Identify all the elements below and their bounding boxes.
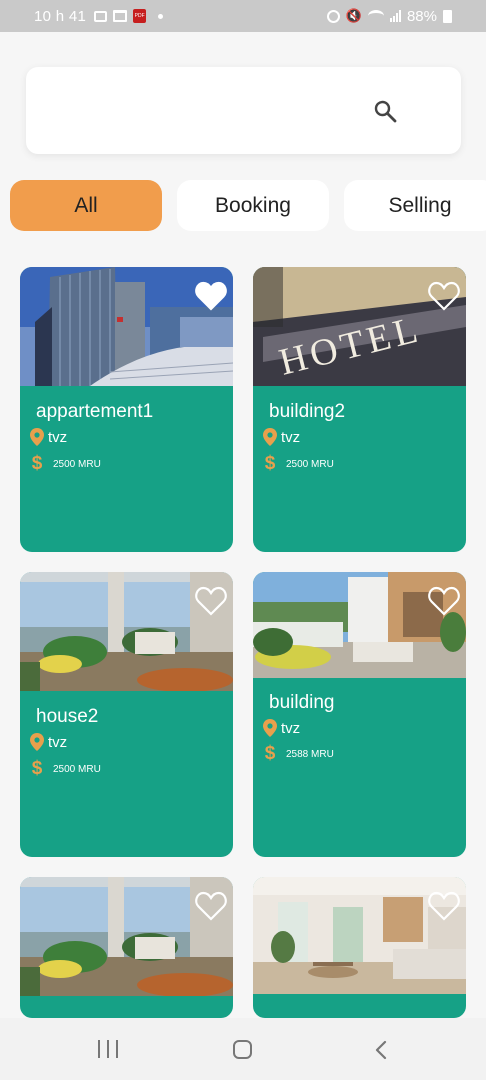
price-text: 2500 MRU xyxy=(53,763,101,775)
tab-booking[interactable]: Booking xyxy=(177,180,329,231)
location-pin-icon xyxy=(30,733,44,751)
favorite-heart-icon[interactable] xyxy=(195,281,227,311)
dollar-icon: $ xyxy=(31,758,43,779)
listing-location: tvz xyxy=(263,428,300,446)
wifi-icon xyxy=(367,10,384,22)
listing-price: $ 2500 MRU xyxy=(30,453,101,475)
listing-title: building xyxy=(269,692,335,713)
dollar-icon: $ xyxy=(264,743,276,764)
pdf-icon: PDF xyxy=(133,9,147,23)
location-pin-icon xyxy=(263,719,277,737)
location-text: tvz xyxy=(48,428,68,446)
status-right: 🔇 88% xyxy=(326,7,452,25)
favorite-heart-icon[interactable] xyxy=(195,891,227,921)
listing-location: tvz xyxy=(30,733,67,751)
listing-title: house2 xyxy=(36,706,99,727)
tab-all-label: All xyxy=(74,193,98,217)
category-tabs: All Booking Selling xyxy=(10,180,486,231)
mute-icon: 🔇 xyxy=(345,8,362,23)
location-text: tvz xyxy=(281,428,301,446)
status-time: 10 h 41 xyxy=(34,7,87,25)
favorite-heart-icon[interactable] xyxy=(195,586,227,616)
price-text: 2500 MRU xyxy=(286,458,334,470)
location-pin-icon xyxy=(30,428,44,446)
listing-card[interactable]: HOTEL building2 tvz $ 2500 MRU xyxy=(253,267,466,552)
home-icon[interactable] xyxy=(233,1040,252,1059)
tab-selling[interactable]: Selling xyxy=(344,180,486,231)
price-text: 2588 MRU xyxy=(286,748,334,760)
dollar-icon: $ xyxy=(31,453,43,474)
battery-percent: 88% xyxy=(406,7,437,25)
listing-price: $ 2588 MRU xyxy=(263,743,334,765)
location-text: tvz xyxy=(48,733,68,751)
gallery-icon xyxy=(94,10,108,22)
listing-card[interactable] xyxy=(20,877,233,1018)
listing-card[interactable]: house2 tvz $ 2500 MRU xyxy=(20,572,233,857)
price-text: 2500 MRU xyxy=(53,458,101,470)
tab-all[interactable]: All xyxy=(10,180,162,231)
recent-apps-icon[interactable] xyxy=(98,1040,118,1058)
search-input[interactable] xyxy=(26,67,461,154)
alarm-icon xyxy=(326,9,340,23)
listing-location: tvz xyxy=(263,719,300,737)
listing-card[interactable]: appartement1 tvz $ 2500 MRU xyxy=(20,267,233,552)
location-text: tvz xyxy=(281,719,301,737)
favorite-heart-icon[interactable] xyxy=(428,586,460,616)
calendar-icon xyxy=(113,10,128,22)
listing-price: $ 2500 MRU xyxy=(263,453,334,475)
listing-title: appartement1 xyxy=(36,401,154,422)
listing-card[interactable]: building tvz $ 2588 MRU xyxy=(253,572,466,857)
listing-location: tvz xyxy=(30,428,67,446)
system-navigation-bar xyxy=(0,1018,486,1080)
listing-price: $ 2500 MRU xyxy=(30,758,101,780)
tab-booking-label: Booking xyxy=(215,193,291,217)
listing-card[interactable] xyxy=(253,877,466,1018)
search-icon[interactable] xyxy=(373,99,397,123)
location-pin-icon xyxy=(263,428,277,446)
tab-selling-label: Selling xyxy=(388,193,452,217)
signal-icon xyxy=(389,10,401,22)
battery-icon xyxy=(443,9,452,23)
notification-dot-icon xyxy=(158,13,164,19)
favorite-heart-icon[interactable] xyxy=(428,281,460,311)
status-bar: 10 h 41 PDF 🔇 88% xyxy=(0,0,486,32)
favorite-heart-icon[interactable] xyxy=(428,891,460,921)
listing-title: building2 xyxy=(269,401,346,422)
dollar-icon: $ xyxy=(264,453,276,474)
back-icon[interactable] xyxy=(372,1040,390,1060)
